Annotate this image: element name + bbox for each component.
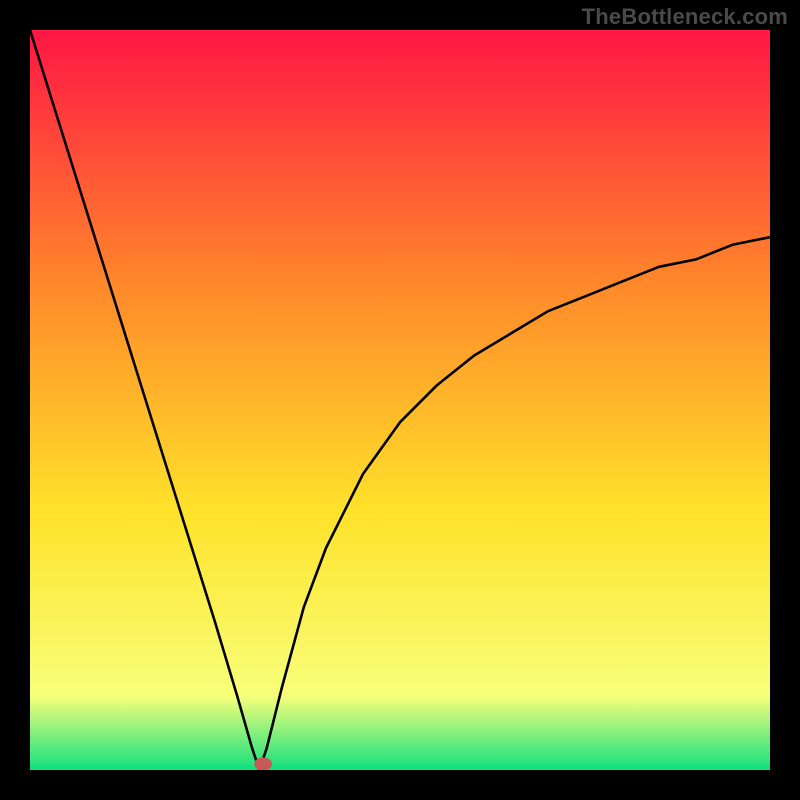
green-bottom-band — [30, 766, 770, 770]
bottleneck-curve-plot — [30, 30, 770, 770]
gradient-background — [30, 30, 770, 770]
chart-frame: TheBottleneck.com — [0, 0, 800, 800]
watermark-label: TheBottleneck.com — [582, 4, 788, 30]
